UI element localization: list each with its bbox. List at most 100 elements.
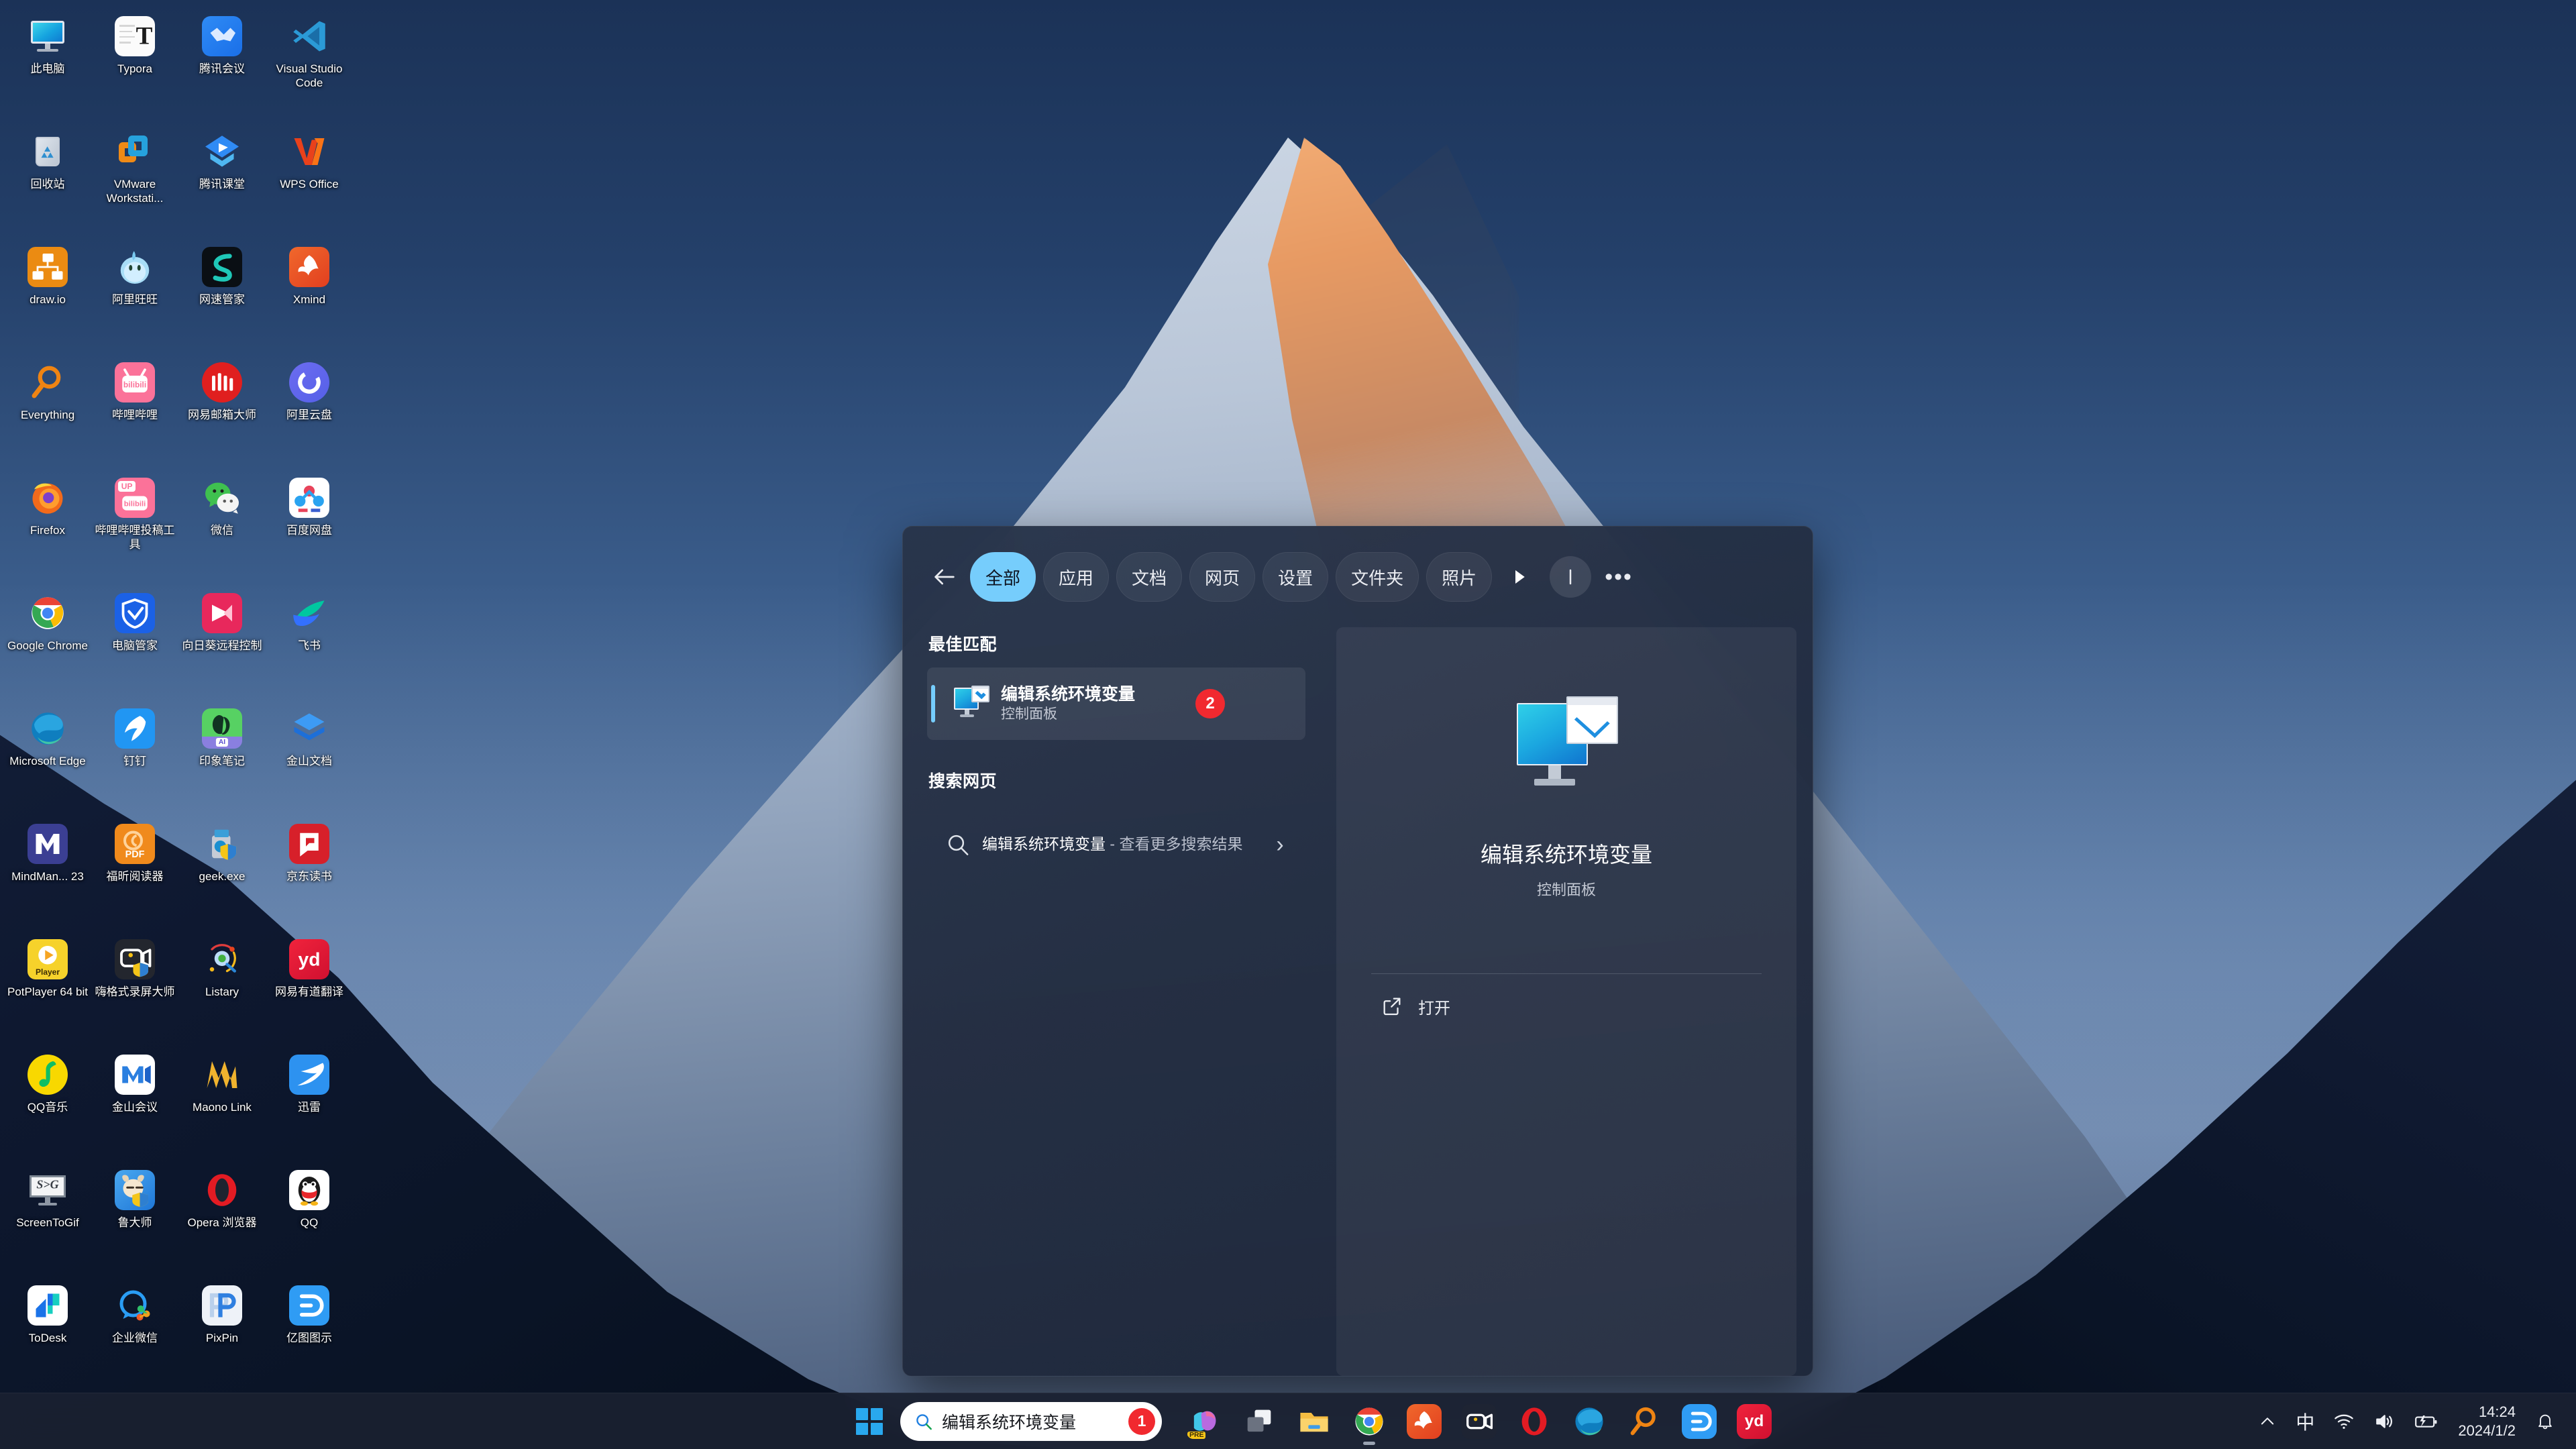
desktop-icon-32[interactable]: 京东读书 (266, 817, 353, 932)
desktop-icon-18[interactable]: UP bilibili 哔哩哔哩投稿工具 (91, 471, 178, 586)
desktop-icon-43[interactable]: Opera 浏览器 (178, 1163, 266, 1279)
back-button[interactable] (927, 559, 962, 594)
desktop-icon-6[interactable]: VMware Workstati... (91, 125, 178, 240)
taskbar-app-chrome-icon[interactable] (1344, 1397, 1394, 1446)
desktop-icon-21[interactable]: Google Chrome (4, 586, 91, 702)
desktop-icon-12[interactable]: Xmind (266, 240, 353, 356)
desktop-icon-20[interactable]: 百度网盘 (266, 471, 353, 586)
web-search-result-row[interactable]: 编辑系统环境变量 - 查看更多搜索结果 › (927, 804, 1305, 885)
desktop-icon-1[interactable]: 此电脑 (4, 9, 91, 125)
desktop-icon-label: 哔哩哔哩投稿工具 (95, 524, 175, 551)
search-tab-4[interactable]: 网页 (1189, 552, 1256, 602)
desktop-icon-31[interactable]: geek.exe (178, 817, 266, 932)
web-search-query: 编辑系统环境变量 (982, 835, 1106, 853)
search-tab-1[interactable]: 全部 (970, 552, 1036, 602)
desktop-icon-label: ScreenToGif (16, 1216, 79, 1229)
desktop-icon-5[interactable]: 回收站 (4, 125, 91, 240)
battery-charging-icon[interactable] (2404, 1401, 2447, 1442)
firefox-icon (28, 478, 68, 518)
taskbar-app-everything-icon[interactable] (1619, 1397, 1669, 1446)
desktop-icon-label: Opera 浏览器 (187, 1216, 257, 1229)
desktop-icon-13[interactable]: Everything (4, 356, 91, 471)
desktop-icon-label: 金山文档 (286, 755, 332, 767)
desktop-icon-35[interactable]: Listary (178, 932, 266, 1048)
web-search-chevron-right-icon: › (1276, 831, 1284, 857)
wechat-icon (202, 478, 242, 518)
taskbar-app-edge-icon[interactable] (1564, 1397, 1614, 1446)
desktop-icon-28[interactable]: 金山文档 (266, 702, 353, 817)
desktop-icon-8[interactable]: WPS Office (266, 125, 353, 240)
todesk-icon (28, 1285, 68, 1326)
more-options-ellipsis-icon[interactable]: ••• (1599, 556, 1638, 598)
search-tab-3[interactable]: 文档 (1116, 552, 1183, 602)
desktop-icon-23[interactable]: 向日葵远程控制 (178, 586, 266, 702)
taskbar-app-youdao-icon[interactable]: yd (1729, 1397, 1779, 1446)
vscode-icon (289, 16, 329, 56)
taskbar-app-xmind-icon[interactable] (1399, 1397, 1449, 1446)
desktop-icon-22[interactable]: 电脑管家 (91, 586, 178, 702)
desktop-icon-2[interactable]: T Typora (91, 9, 178, 125)
search-panel-header: 全部 应用 文档 网页 设置 文件夹 照片 ••• (903, 527, 1813, 627)
desktop-icon-15[interactable]: 网易邮箱大师 (178, 356, 266, 471)
desktop-icon-25[interactable]: Microsoft Edge (4, 702, 91, 817)
desktop-icon-39[interactable]: Maono Link (178, 1048, 266, 1163)
pixpin-icon (202, 1285, 242, 1326)
desktop-icon-47[interactable]: PixPin (178, 1279, 266, 1394)
desktop-icon-27[interactable]: AI 印象笔记 (178, 702, 266, 817)
desktop-icon-34[interactable]: 嗨格式录屏大师 (91, 932, 178, 1048)
start-button-windows-logo-icon[interactable] (851, 1403, 888, 1440)
taskbar-app-opera-icon[interactable] (1509, 1397, 1559, 1446)
desktop-icon-7[interactable]: 腾讯课堂 (178, 125, 266, 240)
desktop-icon-14[interactable]: bilibili 哔哩哔哩 (91, 356, 178, 471)
ime-chinese-icon[interactable]: 中 (2286, 1401, 2324, 1442)
desktop-icon-label: Everything (20, 409, 75, 421)
taskbar-app-task-view-icon[interactable] (1234, 1397, 1284, 1446)
desktop-icon-42[interactable]: 鲁大师 (91, 1163, 178, 1279)
desktop-icon-46[interactable]: 企业微信 (91, 1279, 178, 1394)
taskbar-app-file-explorer-icon[interactable] (1289, 1397, 1339, 1446)
tabs-overflow-chevron-right-icon[interactable] (1500, 552, 1538, 602)
desktop-icon-4[interactable]: Visual Studio Code (266, 9, 353, 125)
desktop-icon-29[interactable]: MindMan... 23 (4, 817, 91, 932)
show-hidden-icons-icon[interactable] (2249, 1401, 2286, 1442)
search-tab-7[interactable]: 照片 (1426, 552, 1493, 602)
desktop-icon-9[interactable]: draw.io (4, 240, 91, 356)
desktop-icon-19[interactable]: 微信 (178, 471, 266, 586)
desktop-icon-16[interactable]: 阿里云盘 (266, 356, 353, 471)
desktop-icon-3[interactable]: 腾讯会议 (178, 9, 266, 125)
desktop-icon-17[interactable]: Firefox (4, 471, 91, 586)
taskbar-app-tencent-meeting-icon[interactable] (1454, 1397, 1504, 1446)
desktop-icon-37[interactable]: QQ音乐 (4, 1048, 91, 1163)
taskbar-app-edraw-icon[interactable] (1674, 1397, 1724, 1446)
volume-icon[interactable] (2364, 1401, 2404, 1442)
desktop-icon-11[interactable]: 网速管家 (178, 240, 266, 356)
opera-icon (1517, 1404, 1552, 1439)
taskbar-search-box[interactable]: 编辑系统环境变量 1 (900, 1401, 1162, 1441)
search-tab-6[interactable]: 文件夹 (1336, 552, 1419, 602)
bell-icon[interactable] (2526, 1401, 2564, 1442)
desktop-icon-36[interactable]: yd 网易有道翻译 (266, 932, 353, 1048)
desktop-icon-44[interactable]: QQ (266, 1163, 353, 1279)
taskbar-clock[interactable]: 14:24 2024/1/2 (2447, 1399, 2526, 1444)
account-avatar-icon[interactable] (1550, 556, 1592, 598)
detail-open-action[interactable]: 打开 (1371, 974, 1762, 1038)
listary-icon (202, 939, 242, 979)
desktop-icon-10[interactable]: 阿里旺旺 (91, 240, 178, 356)
desktop-icon-33[interactable]: Player PotPlayer 64 bit (4, 932, 91, 1048)
desktop-icon-41[interactable]: S>G ScreenToGif (4, 1163, 91, 1279)
desktop-icon-45[interactable]: ToDesk (4, 1279, 91, 1394)
desktop-icon-label: WPS Office (280, 178, 339, 191)
desktop-icon-40[interactable]: 迅雷 (266, 1048, 353, 1163)
desktop-icon-26[interactable]: 钉钉 (91, 702, 178, 817)
desktop-icon-38[interactable]: 金山会议 (91, 1048, 178, 1163)
search-tab-5[interactable]: 设置 (1263, 552, 1329, 602)
desktop-icon-24[interactable]: 飞书 (266, 586, 353, 702)
aliyun-drive-icon (289, 362, 329, 402)
best-match-result-row[interactable]: 编辑系统环境变量 控制面板 2 (927, 667, 1305, 740)
desktop-icon-30[interactable]: PDF 福昕阅读器 (91, 817, 178, 932)
wifi-icon[interactable] (2324, 1401, 2364, 1442)
search-icon (934, 831, 982, 858)
desktop-icon-48[interactable]: 亿图图示 (266, 1279, 353, 1394)
search-tab-2[interactable]: 应用 (1043, 552, 1110, 602)
taskbar-app-copilot-icon[interactable]: PRE (1179, 1397, 1229, 1446)
